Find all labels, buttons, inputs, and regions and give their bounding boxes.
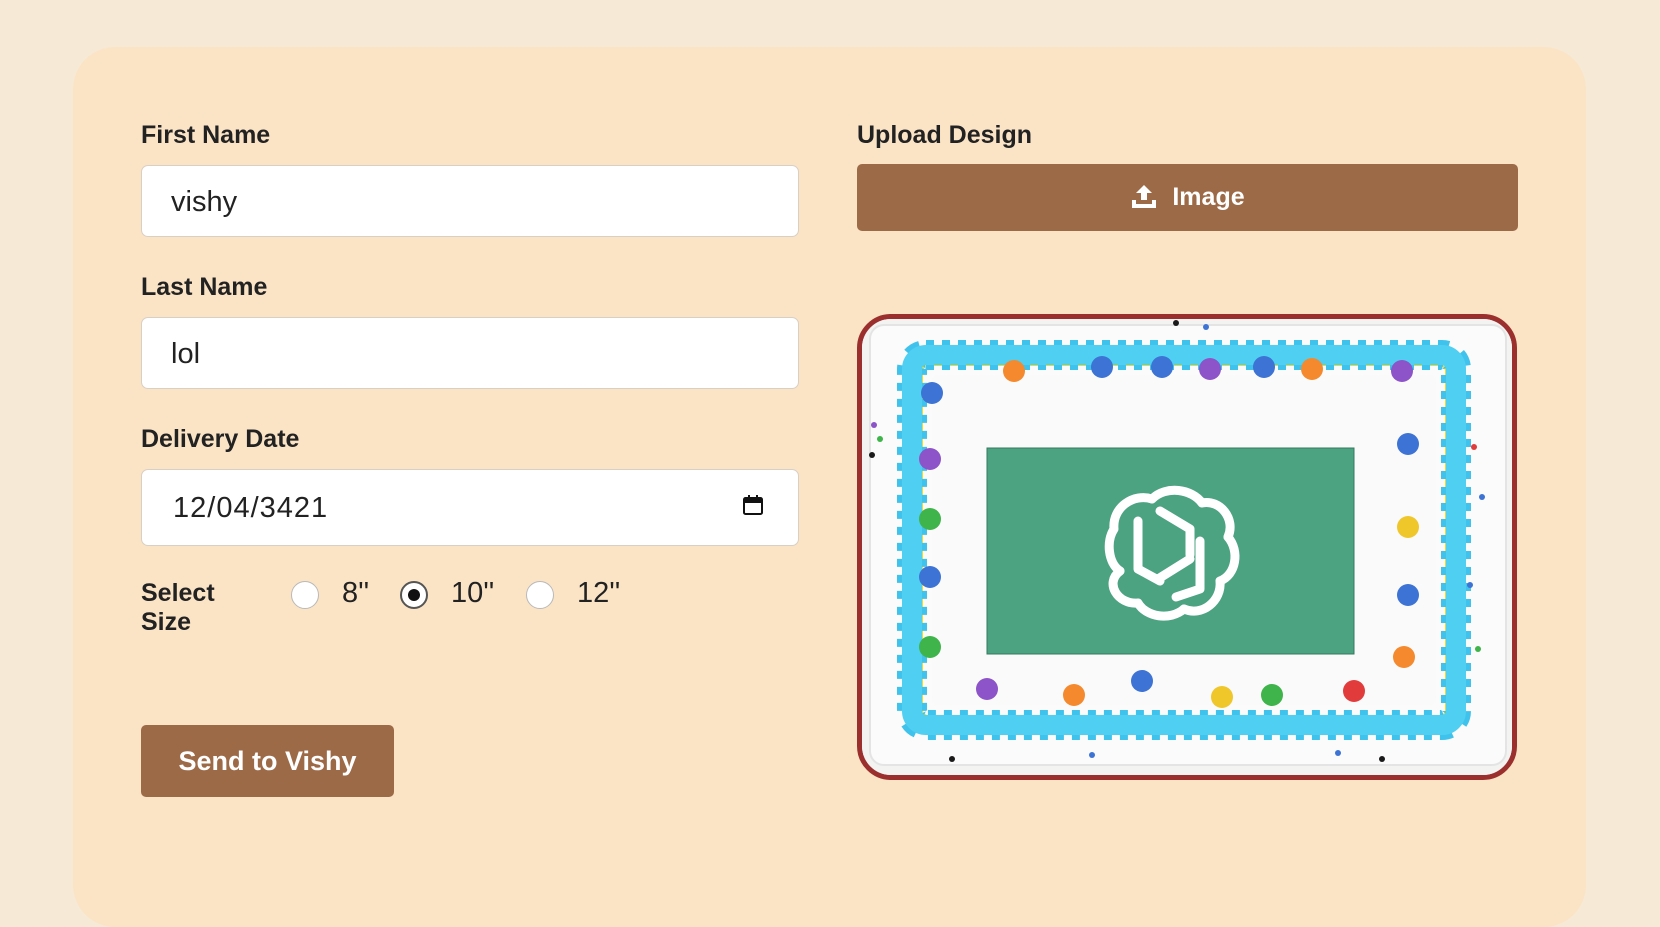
size-option-8-label: 8'' xyxy=(342,577,370,609)
first-name-input[interactable]: vishy xyxy=(141,165,799,237)
calendar-icon[interactable] xyxy=(742,494,764,516)
select-size-label: Select Size xyxy=(141,579,215,636)
last-name-input[interactable]: lol xyxy=(141,317,799,389)
size-option-12-label: 12'' xyxy=(577,577,621,609)
cake-preview xyxy=(857,314,1517,780)
delivery-date-value: 12/04/3421 xyxy=(173,492,329,524)
upload-icon xyxy=(1132,185,1157,208)
size-radio-10[interactable] xyxy=(400,581,428,609)
size-radio-8[interactable] xyxy=(291,581,319,609)
first-name-label: First Name xyxy=(141,121,271,149)
cake-image xyxy=(862,319,1512,775)
size-radio-12[interactable] xyxy=(526,581,554,609)
send-button[interactable]: Send to Vishy xyxy=(141,725,394,797)
last-name-label: Last Name xyxy=(141,273,268,301)
size-option-10-label: 10'' xyxy=(451,577,495,609)
delivery-date-input[interactable]: 12/04/3421 xyxy=(141,469,799,546)
upload-button-label: Image xyxy=(1172,183,1245,211)
upload-design-label: Upload Design xyxy=(857,121,1033,149)
delivery-date-label: Delivery Date xyxy=(141,425,300,453)
upload-image-button[interactable]: Image xyxy=(857,164,1518,231)
